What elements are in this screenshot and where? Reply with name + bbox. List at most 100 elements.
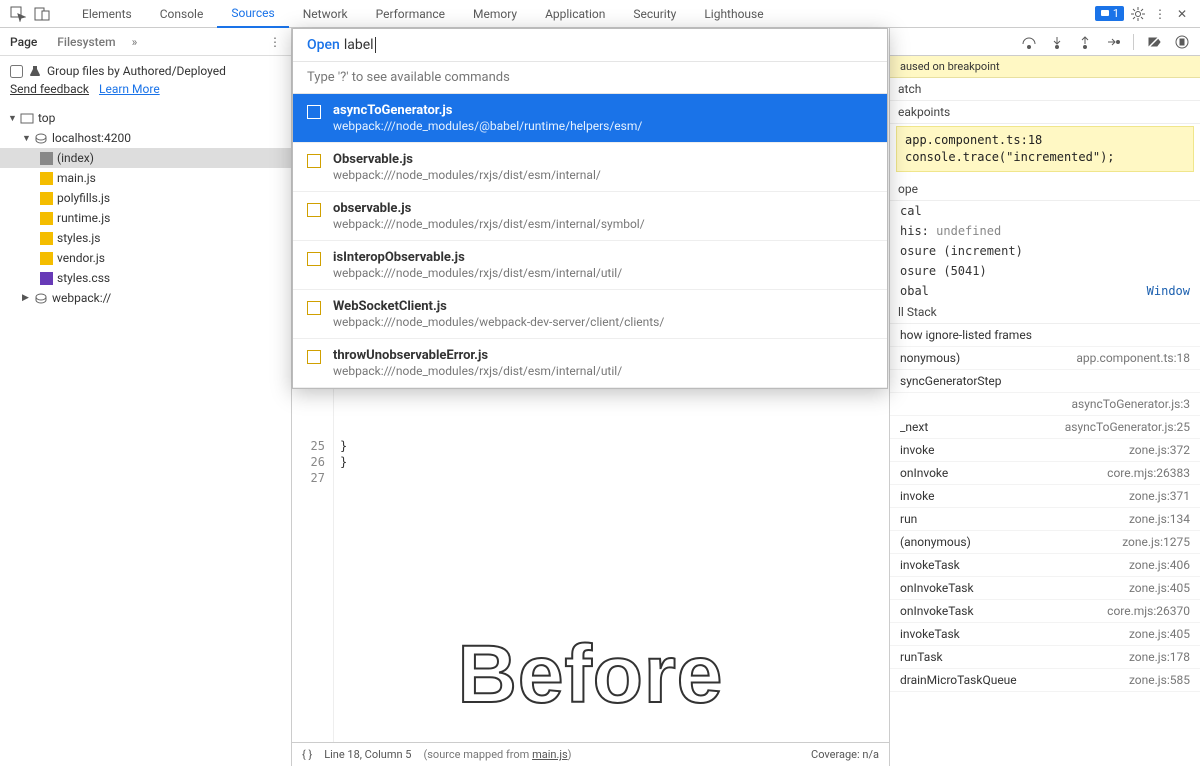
file-icon — [40, 232, 53, 245]
file-icon — [307, 203, 321, 217]
open-file-popup: Openlabel Type '?' to see available comm… — [292, 28, 888, 389]
tab-lighthouse[interactable]: Lighthouse — [690, 0, 777, 28]
cursor-position: Line 18, Column 5 — [324, 748, 411, 761]
tree-file[interactable]: vendor.js — [0, 248, 291, 268]
popup-result[interactable]: WebSocketClient.jswebpack:///node_module… — [293, 290, 887, 339]
more-tabs-icon[interactable]: » — [126, 35, 144, 49]
send-feedback-link[interactable]: Send feedback — [10, 82, 89, 96]
callstack-section[interactable]: ll Stack — [890, 301, 1200, 324]
pause-exceptions-icon[interactable] — [1174, 34, 1190, 50]
tab-performance[interactable]: Performance — [362, 0, 459, 28]
nav-menu-icon[interactable]: ⋮ — [269, 35, 291, 49]
tab-console[interactable]: Console — [146, 0, 218, 28]
watermark-text: Before — [458, 628, 724, 722]
coverage-status: Coverage: n/a — [811, 748, 879, 761]
issues-badge[interactable]: 1 — [1095, 6, 1124, 21]
stack-frame[interactable]: runTaskzone.js:178 — [890, 646, 1200, 669]
scope-this: his: undefined — [890, 221, 1200, 241]
tab-application[interactable]: Application — [531, 0, 619, 28]
gear-icon[interactable] — [1130, 6, 1146, 22]
group-files-checkbox[interactable] — [10, 65, 23, 78]
flask-icon — [29, 65, 41, 77]
step-out-icon[interactable] — [1077, 34, 1093, 50]
file-icon — [307, 301, 321, 315]
file-icon — [40, 152, 53, 165]
watch-section[interactable]: atch — [890, 78, 1200, 101]
file-icon — [40, 192, 53, 205]
stack-frame[interactable]: (anonymous)zone.js:1275 — [890, 531, 1200, 554]
stack-frame[interactable]: invokeTaskzone.js:406 — [890, 554, 1200, 577]
tree-top[interactable]: ▼top — [0, 108, 291, 128]
step-icon[interactable] — [1105, 34, 1121, 50]
kebab-menu-icon[interactable]: ⋮ — [1152, 6, 1168, 22]
tab-security[interactable]: Security — [619, 0, 690, 28]
tree-file[interactable]: styles.css — [0, 268, 291, 288]
stack-frame[interactable]: invokeTaskzone.js:405 — [890, 623, 1200, 646]
popup-result[interactable]: asyncToGenerator.jswebpack:///node_modul… — [293, 94, 887, 143]
file-icon — [40, 212, 53, 225]
tab-memory[interactable]: Memory — [459, 0, 531, 28]
learn-more-link[interactable]: Learn More — [99, 82, 160, 96]
main-tabstrip: ElementsConsoleSourcesNetworkPerformance… — [68, 0, 778, 28]
file-icon — [40, 272, 53, 285]
popup-hint: Type '?' to see available commands — [293, 62, 887, 94]
scope-closure[interactable]: osure (increment) — [890, 241, 1200, 261]
tree-file[interactable]: (index) — [0, 148, 291, 168]
debug-controls — [890, 28, 1200, 56]
stack-frame[interactable]: drainMicroTaskQueuezone.js:585 — [890, 669, 1200, 692]
stack-frame[interactable]: onInvokecore.mjs:26383 — [890, 462, 1200, 485]
inspect-icon[interactable] — [10, 6, 26, 22]
stack-frame[interactable]: nonymous)app.component.ts:18 — [890, 347, 1200, 370]
stack-frame[interactable]: _nextasyncToGenerator.js:25 — [890, 416, 1200, 439]
page-tab[interactable]: Page — [0, 29, 47, 55]
stack-frame[interactable]: onInvokeTaskcore.mjs:26370 — [890, 600, 1200, 623]
close-icon[interactable]: ✕ — [1174, 6, 1190, 22]
stack-frame[interactable]: syncGeneratorStep — [890, 370, 1200, 393]
file-icon — [307, 154, 321, 168]
scope-section[interactable]: ope — [890, 178, 1200, 201]
tree-file[interactable]: runtime.js — [0, 208, 291, 228]
stack-frame[interactable]: invokezone.js:371 — [890, 485, 1200, 508]
file-icon — [307, 105, 321, 119]
popup-result[interactable]: observable.jswebpack:///node_modules/rxj… — [293, 192, 887, 241]
pretty-print-icon[interactable]: { } — [302, 748, 312, 761]
scope-global[interactable]: obalWindow — [890, 281, 1200, 301]
tab-network[interactable]: Network — [289, 0, 362, 28]
scope-local[interactable]: cal — [890, 201, 1200, 221]
filesystem-tab[interactable]: Filesystem — [47, 29, 125, 55]
tree-file[interactable]: styles.js — [0, 228, 291, 248]
navigator-pane: Page Filesystem » ⋮ Group files by Autho… — [0, 28, 292, 766]
popup-result[interactable]: throwUnobservableError.jswebpack:///node… — [293, 339, 887, 388]
file-tree: ▼top ▼localhost:4200 (index)main.jspolyf… — [0, 104, 291, 766]
tab-sources[interactable]: Sources — [217, 0, 288, 28]
tree-file[interactable]: polyfills.js — [0, 188, 291, 208]
tree-webpack[interactable]: ▶webpack:// — [0, 288, 291, 308]
breakpoints-section[interactable]: eakpoints — [890, 101, 1200, 124]
status-bar: { } Line 18, Column 5 (source mapped fro… — [292, 742, 889, 766]
popup-result[interactable]: Observable.jswebpack:///node_modules/rxj… — [293, 143, 887, 192]
debugger-pane: aused on breakpoint atch eakpoints app.c… — [890, 28, 1200, 766]
file-icon — [307, 350, 321, 364]
group-files-label: Group files by Authored/Deployed — [47, 64, 226, 78]
file-icon — [307, 252, 321, 266]
file-icon — [40, 252, 53, 265]
file-icon — [40, 172, 53, 185]
tree-host[interactable]: ▼localhost:4200 — [0, 128, 291, 148]
paused-banner: aused on breakpoint — [890, 56, 1200, 78]
deactivate-breakpoints-icon[interactable] — [1146, 34, 1162, 50]
ignore-listed-toggle[interactable]: how ignore-listed frames — [890, 324, 1200, 347]
popup-result[interactable]: isInteropObservable.jswebpack:///node_mo… — [293, 241, 887, 290]
tab-elements[interactable]: Elements — [68, 0, 146, 28]
breakpoint-entry[interactable]: app.component.ts:18 console.trace("incre… — [896, 126, 1194, 172]
scope-closure[interactable]: osure (5041) — [890, 261, 1200, 281]
step-into-icon[interactable] — [1049, 34, 1065, 50]
step-over-icon[interactable] — [1021, 34, 1037, 50]
stack-frame[interactable]: invokezone.js:372 — [890, 439, 1200, 462]
device-toggle-icon[interactable] — [34, 6, 50, 22]
stack-frame[interactable]: asyncToGenerator.js:3 — [890, 393, 1200, 416]
source-mapped: (source mapped from main.js) — [423, 748, 571, 761]
stack-frame[interactable]: onInvokeTaskzone.js:405 — [890, 577, 1200, 600]
stack-frame[interactable]: runzone.js:134 — [890, 508, 1200, 531]
open-file-input[interactable]: Openlabel — [293, 29, 887, 62]
tree-file[interactable]: main.js — [0, 168, 291, 188]
